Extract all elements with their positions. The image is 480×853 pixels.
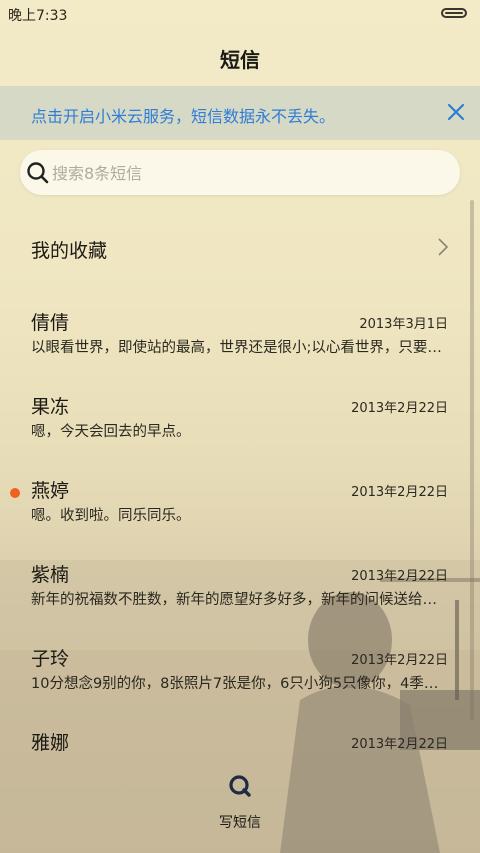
conversation-date: 2013年2月22日 [351,485,448,500]
compose-message-icon [229,775,251,797]
conversation-name: 果冻 [31,396,70,418]
battery-icon [441,8,467,18]
conversation-date: 2013年2月22日 [351,737,448,752]
conversation-snippet: 嗯，今天会回去的早点。 [31,424,191,440]
conversation-item[interactable]: 雅娜 2013年2月22日 [0,728,480,758]
conversation-item[interactable]: 子玲 2013年2月22日 10分想念9别的你，8张照片7张是你，6只小狗5只像… [0,644,480,724]
conversation-date: 2013年2月22日 [351,569,448,584]
close-icon[interactable] [444,100,468,124]
conversation-name: 紫楠 [31,564,70,586]
conversation-snippet: 嗯。收到啦。同乐同乐。 [31,508,191,524]
favorites-item[interactable]: 我的收藏 [0,220,480,276]
status-bar: 晚上7:33 [0,0,480,28]
page-title: 短信 [220,48,260,72]
conversation-item[interactable]: 倩倩 2013年3月1日 以眼看世界，即使站的最高，世界还是很小;以心看世界，只… [0,308,480,388]
conversation-name: 燕婷 [31,480,70,502]
banner-text[interactable]: 点击开启小米云服务，短信数据永不丢失。 [31,103,335,127]
compose-label: 写短信 [219,815,261,831]
conversation-date: 2013年2月22日 [351,401,448,416]
search-input[interactable] [50,150,444,197]
conversation-snippet: 以眼看世界，即使站的最高，世界还是很小;以心看世界，只要心存高远，世界就会很大。 [31,340,449,356]
conversation-date: 2013年3月1日 [359,317,448,332]
conversation-name: 雅娜 [31,732,70,754]
search-icon [27,162,49,184]
compose-button[interactable]: 写短信 [205,770,275,834]
conversation-date: 2013年2月22日 [351,653,448,668]
status-time: 晚上7:33 [8,8,68,24]
conversation-item[interactable]: 紫楠 2013年2月22日 新年的祝福数不胜数，新年的愿望好多好多，新年的问候送… [0,560,480,640]
conversation-item[interactable]: 燕婷 2013年2月22日 嗯。收到啦。同乐同乐。 [0,476,480,556]
unread-dot-icon [10,488,20,498]
conversation-snippet: 10分想念9别的你，8张照片7张是你，6只小狗5只像你，4季变化3心2意。 [31,676,449,692]
search-bar[interactable] [20,150,460,197]
conversation-name: 倩倩 [31,312,70,334]
cloud-service-banner[interactable]: 点击开启小米云服务，短信数据永不丢失。 [0,86,480,140]
chevron-right-icon [438,238,449,256]
conversation-snippet: 新年的祝福数不胜数，新年的愿望好多好多，新年的问候送给你。 [31,592,449,608]
conversation-item[interactable]: 果冻 2013年2月22日 嗯，今天会回去的早点。 [0,392,480,472]
favorites-label: 我的收藏 [31,240,108,262]
conversation-name: 子玲 [31,648,70,670]
